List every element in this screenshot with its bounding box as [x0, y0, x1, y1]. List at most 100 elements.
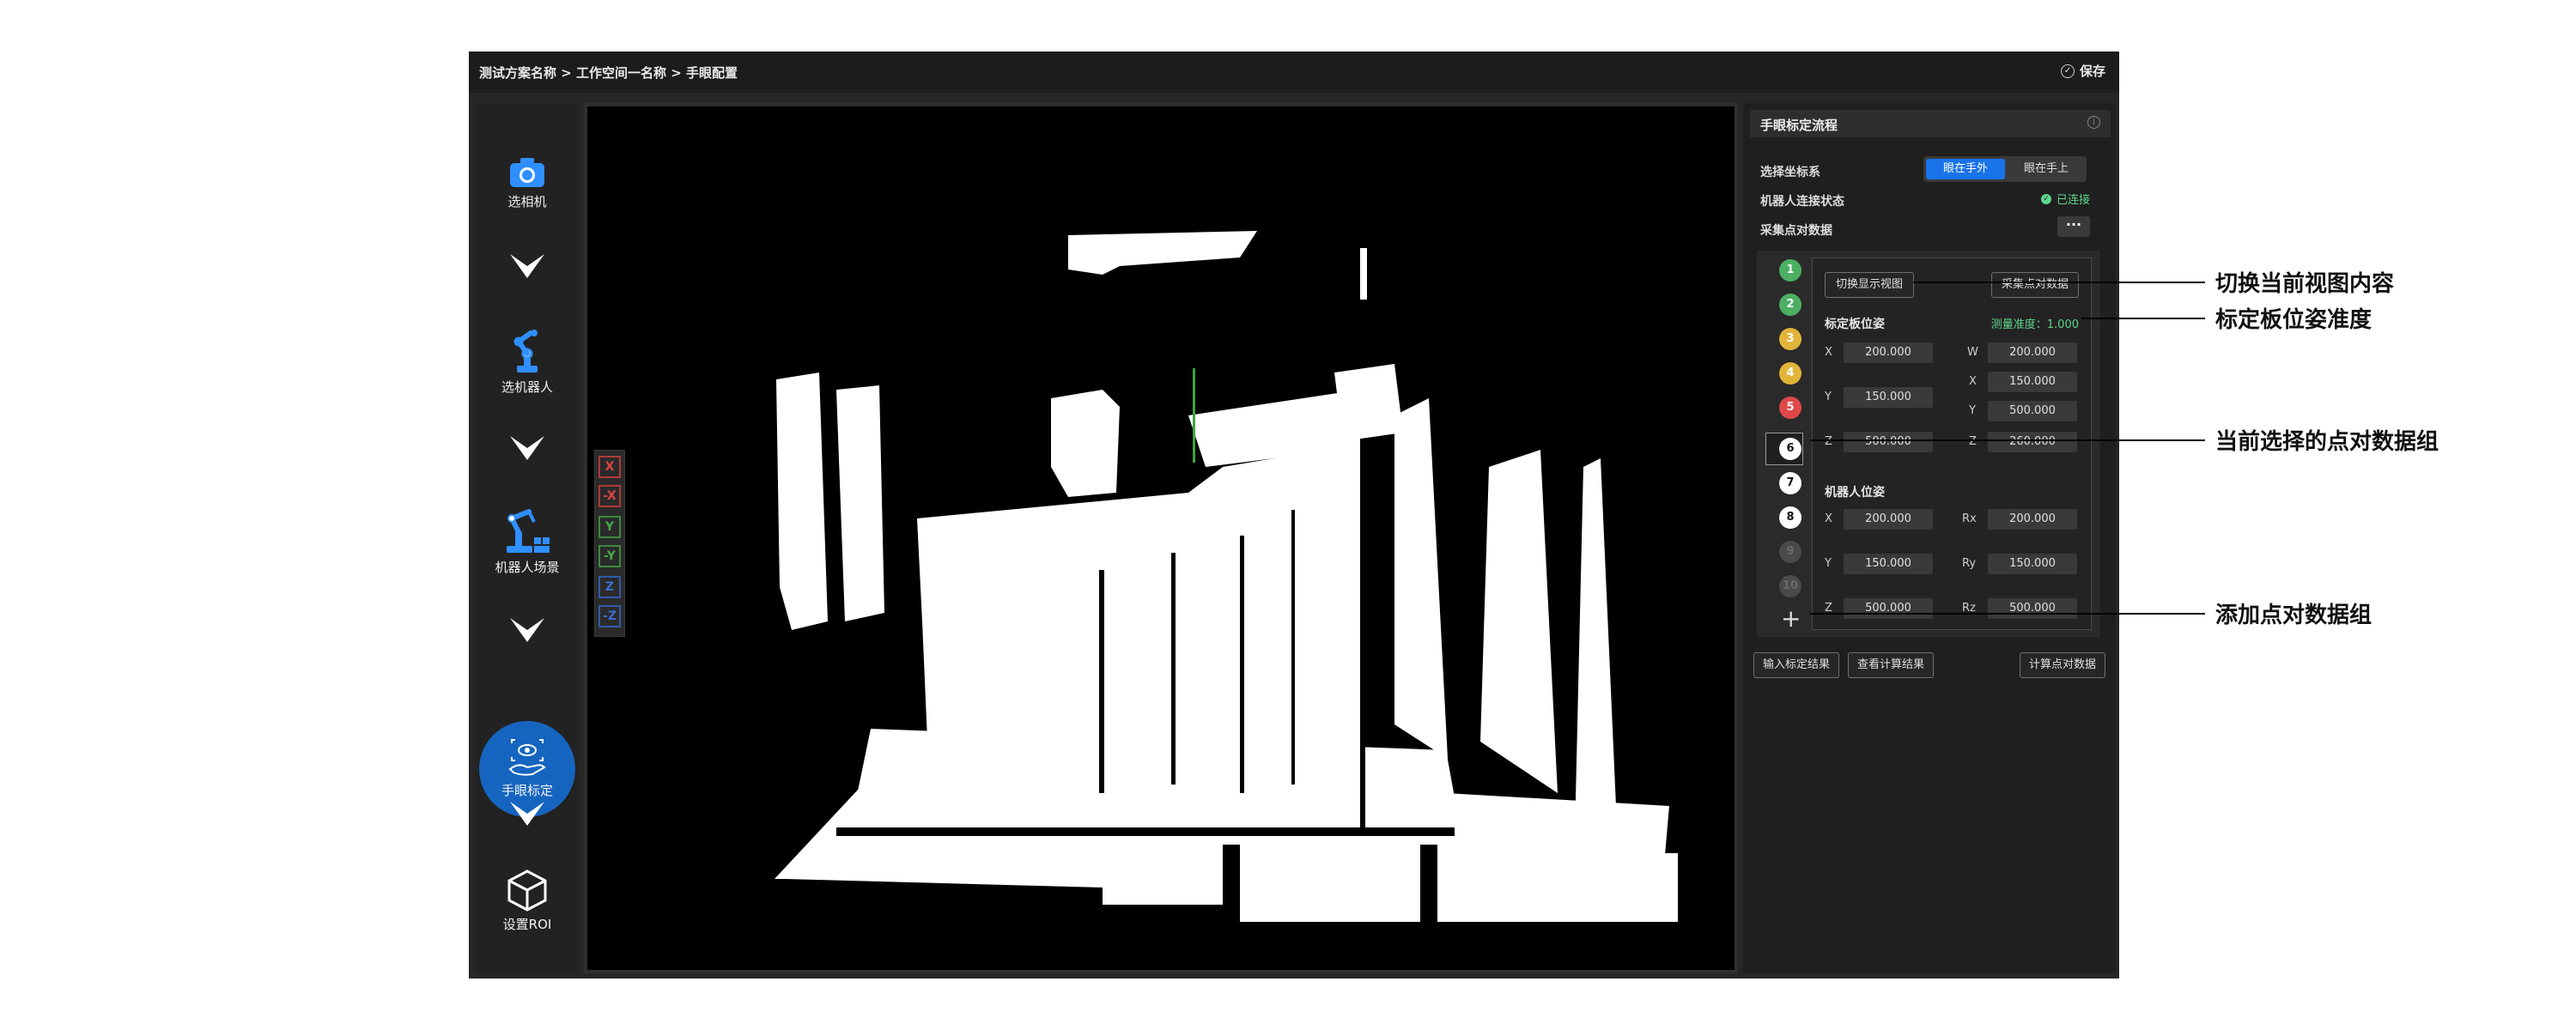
- step-label: 选相机: [507, 194, 547, 209]
- save-label: 保存: [2079, 64, 2105, 79]
- eye-to-hand-option[interactable]: 眼在手外: [1926, 159, 2005, 179]
- field-label: Z: [1825, 435, 1832, 448]
- field-label: Rx: [1962, 512, 1977, 525]
- callout-switch-view: 切换当前视图内容: [2215, 271, 2395, 297]
- calibration-panel: 手眼标定流程 i 选择坐标系 眼在手外 眼在手上 机器人连接状态 ✓ 已连接 采…: [1743, 103, 2116, 973]
- collect-data-button[interactable]: 采集点对数据: [1991, 272, 2079, 298]
- field-label: Ry: [1962, 557, 1977, 570]
- board-y-field[interactable]: 150.000: [1844, 387, 1933, 408]
- step-label: 选机器人: [501, 379, 553, 395]
- point-pair-item[interactable]: 1: [1779, 259, 1801, 282]
- view-result-button[interactable]: 查看计算结果: [1848, 652, 1934, 678]
- coord-system-toggle: 眼在手外 眼在手上: [1923, 156, 2087, 182]
- coord-label: 选择坐标系: [1760, 166, 1820, 179]
- robot-y-field[interactable]: 150.000: [1844, 554, 1933, 574]
- step-set-roi[interactable]: 设置ROI: [476, 869, 579, 933]
- board-qx-field[interactable]: 150.000: [1988, 372, 2077, 392]
- board-pose-label: 标定板位姿: [1825, 318, 1885, 331]
- breadcrumb[interactable]: 测试方案名称 > 工作空间一名称 > 手眼配置: [479, 64, 738, 82]
- input-result-button[interactable]: 输入标定结果: [1753, 652, 1839, 678]
- robot-rz-field[interactable]: 500.000: [1988, 598, 2077, 619]
- view-axis-neg-z-button[interactable]: -Z: [598, 605, 621, 627]
- callout-line: [1913, 282, 2205, 283]
- step-select-camera[interactable]: 选相机: [476, 154, 579, 210]
- accuracy-value: 测量准度：1.000: [1990, 318, 2079, 331]
- chevron-down-icon: [510, 436, 544, 460]
- robot-rx-field[interactable]: 200.000: [1988, 509, 2077, 530]
- point-pair-list: 1 2 3 4 5 6 7 8 9 10 + 切换显示视图 采集点对数据 标定板…: [1757, 251, 2100, 637]
- board-qy-field[interactable]: 500.000: [1988, 401, 2077, 421]
- field-label: W: [1967, 346, 1978, 359]
- field-label: Z: [1969, 435, 1977, 448]
- robot-arm-icon: [513, 330, 538, 373]
- robot-status: ✓ 已连接: [2040, 191, 2090, 207]
- check-circle-icon: ✓: [2060, 64, 2075, 78]
- hand-eye-icon: [508, 739, 546, 776]
- app-window: 测试方案名称 > 工作空间一名称 > 手眼配置 ✓ 保存 选相机 选机器人 机器…: [469, 52, 2119, 978]
- point-pair-item[interactable]: 6: [1779, 438, 1801, 460]
- more-options-button[interactable]: ···: [2057, 216, 2090, 237]
- axis-view-toolbar: X -X Y -Y Z -Z: [594, 450, 625, 637]
- view-axis-neg-y-button[interactable]: -Y: [598, 545, 621, 567]
- field-label: X: [1969, 375, 1977, 388]
- step-robot-scene[interactable]: 机器人场景: [476, 506, 579, 576]
- callout-accuracy: 标定板位姿准度: [2215, 307, 2372, 333]
- point-cloud-viewport[interactable]: X -X Y -Y Z -Z: [584, 103, 1738, 973]
- robot-status-label: 机器人连接状态: [1760, 195, 1844, 209]
- step-label: 机器人场景: [495, 560, 560, 575]
- callout-selected-group: 当前选择的点对数据组: [2215, 429, 2439, 455]
- cube-icon: [507, 869, 547, 912]
- robot-pose-label: 机器人位姿: [1825, 486, 1885, 500]
- board-w-field[interactable]: 200.000: [1988, 342, 2077, 363]
- view-axis-x-button[interactable]: X: [598, 456, 621, 478]
- point-pair-item[interactable]: 7: [1779, 472, 1801, 494]
- eye-in-hand-option[interactable]: 眼在手上: [2008, 159, 2085, 179]
- view-axis-z-button[interactable]: Z: [598, 576, 621, 598]
- point-pair-item[interactable]: 9: [1779, 541, 1801, 563]
- chevron-down-icon: [510, 254, 544, 278]
- panel-title: 手眼标定流程: [1760, 118, 1838, 133]
- step-hand-eye-calibration[interactable]: 手眼标定: [476, 736, 579, 799]
- field-label: X: [1825, 346, 1832, 359]
- field-label: Y: [1825, 557, 1832, 570]
- callout-line: [1810, 439, 2205, 441]
- add-point-pair-button[interactable]: +: [1781, 607, 1801, 631]
- point-pair-item[interactable]: 10: [1779, 575, 1801, 597]
- point-pair-item[interactable]: 3: [1779, 328, 1801, 350]
- point-pair-item[interactable]: 2: [1779, 294, 1801, 316]
- chevron-down-icon: [510, 618, 544, 642]
- view-axis-y-button[interactable]: Y: [598, 516, 621, 538]
- step-select-robot[interactable]: 选机器人: [476, 328, 579, 396]
- workflow-sidebar: 选相机 选机器人 机器人场景 手眼标定 设置ROI: [476, 103, 579, 973]
- switch-view-button[interactable]: 切换显示视图: [1825, 272, 1914, 298]
- save-button[interactable]: ✓ 保存: [2060, 62, 2105, 80]
- board-z-field[interactable]: 500.000: [1844, 432, 1933, 452]
- point-pair-item[interactable]: 5: [1779, 397, 1801, 419]
- board-qz-field[interactable]: 260.000: [1988, 432, 2077, 452]
- info-icon[interactable]: i: [2087, 116, 2100, 129]
- callout-add-group: 添加点对数据组: [2215, 603, 2372, 628]
- chevron-down-icon: [510, 802, 544, 826]
- robot-scene-icon: [507, 509, 550, 553]
- compute-points-button[interactable]: 计算点对数据: [2020, 652, 2105, 678]
- panel-header: 手眼标定流程 i: [1750, 110, 2111, 137]
- board-x-field[interactable]: 200.000: [1844, 342, 1933, 363]
- field-label: Y: [1825, 391, 1832, 403]
- robot-ry-field[interactable]: 150.000: [1988, 554, 2077, 574]
- callout-line: [1810, 613, 2205, 615]
- robot-status-value: 已连接: [2056, 194, 2090, 207]
- callout-line: [2081, 318, 2205, 319]
- point-cloud-image: [775, 231, 1678, 922]
- point-pair-detail: 切换显示视图 采集点对数据 标定板位姿 测量准度：1.000 X 200.000…: [1812, 258, 2092, 630]
- point-pair-item[interactable]: 8: [1779, 506, 1801, 529]
- view-axis-neg-x-button[interactable]: -X: [598, 485, 621, 507]
- point-pair-item[interactable]: 4: [1779, 362, 1801, 385]
- top-bar: 测试方案名称 > 工作空间一名称 > 手眼配置 ✓ 保存: [469, 52, 2119, 93]
- step-label: 设置ROI: [502, 917, 552, 932]
- camera-icon: [510, 158, 544, 187]
- field-label: Y: [1969, 404, 1976, 417]
- robot-x-field[interactable]: 200.000: [1844, 509, 1933, 530]
- check-circle-icon: ✓: [2040, 193, 2051, 204]
- robot-z-field[interactable]: 500.000: [1844, 598, 1933, 619]
- field-label: X: [1825, 512, 1832, 525]
